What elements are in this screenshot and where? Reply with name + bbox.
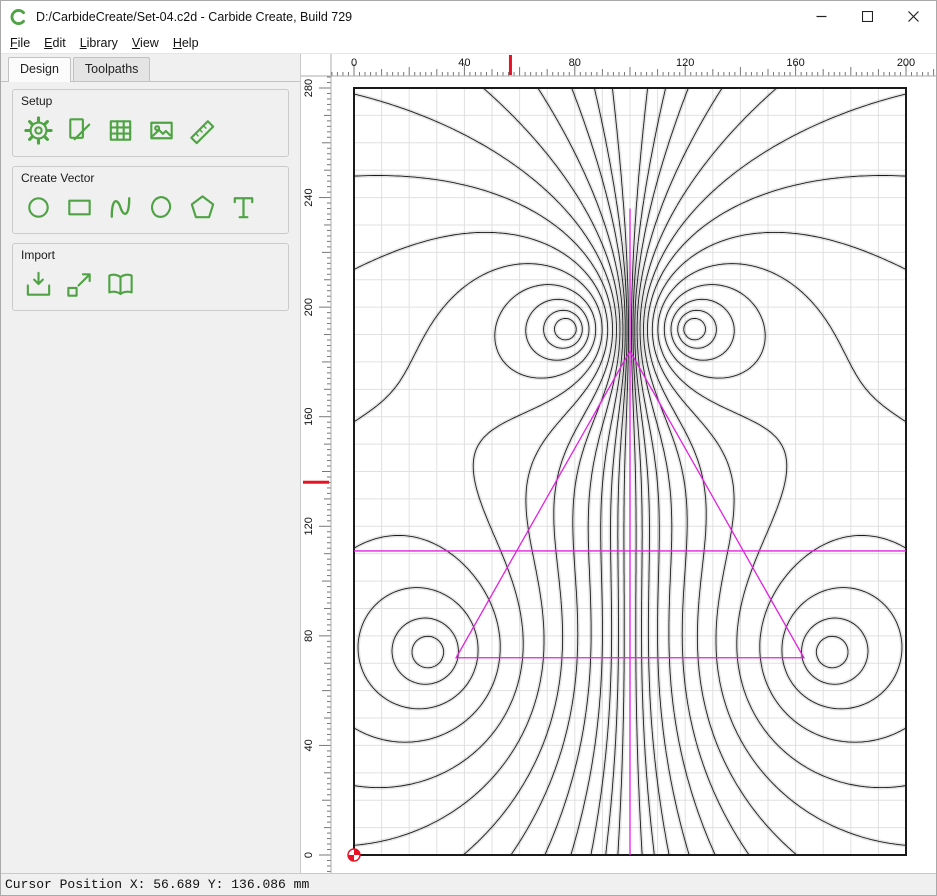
close-button[interactable] <box>890 1 936 32</box>
menu-file[interactable]: File <box>3 34 37 52</box>
svg-text:200: 200 <box>897 57 915 69</box>
tabbar: Design Toolpaths <box>1 54 300 82</box>
svg-text:40: 40 <box>303 739 315 751</box>
group-title: Create Vector <box>21 171 280 185</box>
svg-text:0: 0 <box>303 852 315 858</box>
svg-text:80: 80 <box>303 630 315 642</box>
group-title: Import <box>21 248 280 262</box>
gear-icon[interactable] <box>21 113 55 147</box>
window-title: D:/CarbideCreate/Set-04.c2d - Carbide Cr… <box>36 10 352 24</box>
cursor-x-indicator <box>509 55 512 75</box>
tab-design[interactable]: Design <box>8 57 71 82</box>
minimize-button[interactable] <box>798 1 844 32</box>
tab-toolpaths[interactable]: Toolpaths <box>73 57 151 81</box>
image-icon[interactable] <box>144 113 178 147</box>
left-panel: Design Toolpaths Setup Create Vector Impor… <box>1 54 301 873</box>
closed-spline-icon[interactable] <box>144 190 178 224</box>
svg-text:0: 0 <box>351 57 357 69</box>
rectangle-icon[interactable] <box>62 190 96 224</box>
origin-marker[interactable] <box>348 849 360 861</box>
titlebar: D:/CarbideCreate/Set-04.c2d - Carbide Cr… <box>1 1 936 32</box>
svg-text:280: 280 <box>303 79 315 97</box>
menu-edit[interactable]: Edit <box>37 34 73 52</box>
measure-icon[interactable] <box>185 113 219 147</box>
group-setup: Setup <box>12 89 289 157</box>
app-logo-icon <box>10 8 28 26</box>
menu-view[interactable]: View <box>125 34 166 52</box>
curve-icon[interactable] <box>103 190 137 224</box>
svg-text:80: 80 <box>569 57 581 69</box>
toolbox: Setup Create Vector Import <box>1 82 300 327</box>
library-book-icon[interactable] <box>103 267 137 301</box>
cursor-position: Cursor Position X: 56.689 Y: 136.086 mm <box>5 877 309 892</box>
svg-text:160: 160 <box>786 57 804 69</box>
cursor-y-indicator <box>303 481 329 484</box>
window-controls <box>798 1 936 32</box>
status-bar: Cursor Position X: 56.689 Y: 136.086 mm <box>1 873 936 895</box>
canvas-area: 0 40 80 120 160 200 0 40 80 120 160 200 240 280 <box>301 54 936 873</box>
svg-text:40: 40 <box>458 57 470 69</box>
grid-icon[interactable] <box>103 113 137 147</box>
maximize-button[interactable] <box>844 1 890 32</box>
svg-text:200: 200 <box>303 298 315 316</box>
menu-library[interactable]: Library <box>73 34 125 52</box>
group-import: Import <box>12 243 289 311</box>
trace-icon[interactable] <box>62 267 96 301</box>
svg-text:120: 120 <box>303 517 315 535</box>
circle-icon[interactable] <box>21 190 55 224</box>
svg-text:160: 160 <box>303 408 315 426</box>
import-tray-icon[interactable] <box>21 267 55 301</box>
design-canvas[interactable]: 0 40 80 120 160 200 0 40 80 120 160 200 240 280 <box>301 54 936 873</box>
polygon-icon[interactable] <box>185 190 219 224</box>
group-create-vector: Create Vector <box>12 166 289 234</box>
text-icon[interactable] <box>226 190 260 224</box>
svg-text:120: 120 <box>676 57 694 69</box>
group-title: Setup <box>21 94 280 108</box>
menubar: FileEditLibraryViewHelp <box>1 32 936 54</box>
svg-text:240: 240 <box>303 188 315 206</box>
edit-page-icon[interactable] <box>62 113 96 147</box>
app-window: D:/CarbideCreate/Set-04.c2d - Carbide Cr… <box>0 0 937 896</box>
menu-help[interactable]: Help <box>166 34 206 52</box>
